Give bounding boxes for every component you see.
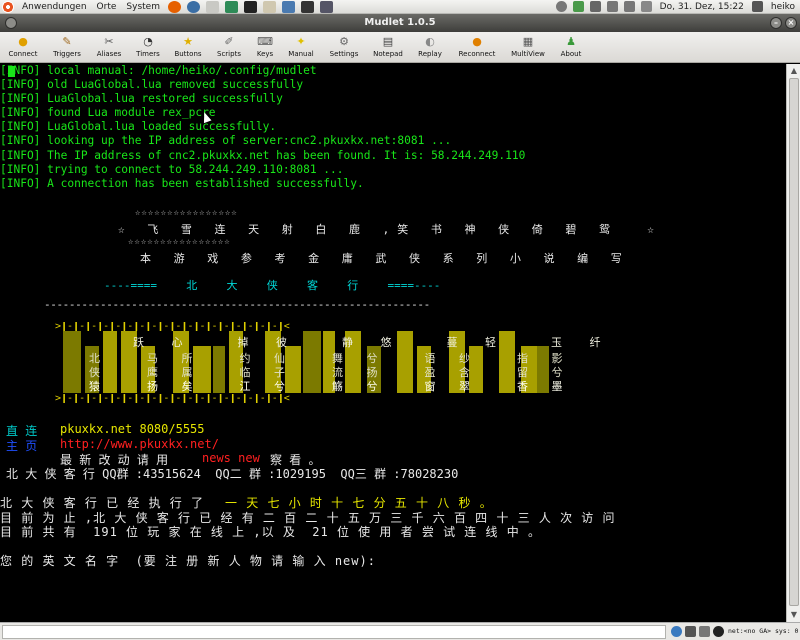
- manual-button[interactable]: ✦ Manual: [281, 32, 321, 58]
- buttons-button[interactable]: ★ Buttons: [168, 32, 208, 58]
- info-icon[interactable]: [671, 626, 682, 637]
- timers-button[interactable]: ◔ Timers: [129, 32, 167, 58]
- menu-system[interactable]: System: [121, 2, 165, 12]
- banner-row: 猿 扬 矣 江 兮 觞 兮 窗 翠 香 墨: [89, 380, 563, 393]
- couplet-line: ☆ 飞 雪 连 天 射 白 鹿 ,笑 书 神 侠 倚 碧 鸳 ☆: [118, 223, 662, 236]
- stars-line: ☆☆☆☆☆☆☆☆☆☆☆☆☆☆☆☆: [128, 237, 231, 247]
- multiview-icon: ▦: [522, 35, 534, 48]
- online-line: 目 前 共 有 191 位 玩 家 在 线 上 ,以 及 21 位 使 用 者 …: [0, 525, 541, 539]
- info-line: [INFO] The IP address of cnc2.pkuxkx.net…: [0, 149, 526, 162]
- banner-art: >┃-┃-┃-┃-┃-┃-┃-┃-┃-┃-┃-┃-┃-┃-┃-┃-┃-┃-┃< …: [55, 322, 600, 404]
- scripts-icon: ✐: [224, 35, 234, 48]
- window-title: Mudlet 1.0.5: [364, 17, 436, 28]
- app-launcher-icon[interactable]: [186, 0, 200, 13]
- direct-connect-value: pkuxkx.net 8080/5555: [60, 422, 205, 436]
- game-title: ----==== 北 大 侠 客 行 ====----: [104, 279, 441, 292]
- mail-icon[interactable]: [640, 1, 652, 12]
- text-cursor: [8, 66, 15, 77]
- homepage-url[interactable]: http://www.pkuxkx.net/: [60, 437, 219, 451]
- scroll-up-icon[interactable]: ▲: [789, 66, 799, 76]
- replay-button[interactable]: ◐ Replay: [410, 32, 450, 58]
- power-icon[interactable]: [751, 1, 763, 12]
- reconnect-button[interactable]: ● Reconnect: [451, 32, 503, 58]
- qt-launcher-icon[interactable]: [224, 0, 238, 13]
- minimize-icon[interactable]: –: [770, 17, 782, 29]
- about-button[interactable]: ♟ About: [553, 32, 589, 58]
- window-titlebar[interactable]: Mudlet 1.0.5 – ×: [0, 14, 800, 32]
- news-command: news new: [202, 451, 260, 465]
- divider-line: ----------------------------------------…: [44, 298, 430, 311]
- keyboard-icon[interactable]: [685, 626, 696, 637]
- reconnect-icon: ●: [472, 35, 482, 48]
- info-line: [INFO] found Lua module rex_pcre: [0, 106, 216, 119]
- chat-icon[interactable]: [572, 1, 584, 12]
- name-prompt: 您 的 英 文 名 字 (要 注 册 新 人 物 请 输 入 new):: [0, 554, 376, 568]
- notepad-button[interactable]: ▤ Notepad: [367, 32, 409, 58]
- command-input[interactable]: [2, 625, 666, 639]
- connect-button[interactable]: ● Connect: [2, 32, 44, 58]
- subtitle-line: 本 游 戏 参 考 金 庸 武 侠 系 列 小 说 编 写: [140, 252, 630, 265]
- info-line: [INFO] trying to connect to 58.244.249.1…: [0, 163, 344, 176]
- info-line: [INFO] old LuaGlobal.lua removed success…: [0, 78, 304, 91]
- terminal-launcher-icon[interactable]: [243, 0, 257, 13]
- menu-places[interactable]: Orte: [92, 2, 122, 12]
- console-scrollbar[interactable]: ▲ ▼: [786, 64, 800, 622]
- calculator-launcher-icon[interactable]: [262, 0, 276, 13]
- info-line: [INFO] looking up the IP address of serv…: [0, 134, 452, 147]
- network-icon[interactable]: [606, 1, 618, 12]
- about-icon: ♟: [566, 35, 576, 48]
- manual-icon: ✦: [296, 35, 306, 48]
- user-menu[interactable]: heiko: [766, 2, 800, 12]
- terminal2-launcher-icon[interactable]: [319, 0, 333, 13]
- top-panel: Anwendungen Orte System Do, 31. Dez, 15:…: [0, 0, 800, 14]
- aliases-button[interactable]: ✂ Aliases: [90, 32, 128, 58]
- info-line: [INFO] A connection has been established…: [0, 177, 364, 190]
- aliases-icon: ✂: [104, 35, 114, 48]
- triggers-button[interactable]: ✎ Triggers: [45, 32, 89, 58]
- settings-icon: ⚙: [339, 35, 349, 48]
- clock[interactable]: Do, 31. Dez, 15:22: [655, 2, 749, 12]
- ubuntu-logo-icon[interactable]: [2, 0, 14, 13]
- close-icon[interactable]: ×: [785, 17, 797, 29]
- user-icon[interactable]: [589, 1, 601, 12]
- search-icon[interactable]: [555, 1, 567, 12]
- qq-groups-line: 北 大 侠 客 行 QQ群 :43515624 QQ二 群 :1029195 Q…: [6, 467, 459, 481]
- timers-icon: ◔: [143, 35, 153, 48]
- scrollbar-thumb[interactable]: [789, 78, 799, 606]
- document-launcher-icon[interactable]: [205, 0, 219, 13]
- monitor-launcher-icon[interactable]: [300, 0, 314, 13]
- info-line: [INFO] LuaGlobal.lua loaded successfully…: [0, 120, 277, 133]
- toolbar: ● Connect ✎ Triggers ✂ Aliases ◔ Timers ★ But…: [0, 32, 800, 63]
- avatar-icon[interactable]: [713, 626, 724, 637]
- keys-button[interactable]: ⌨ Keys: [250, 32, 280, 58]
- main-console[interactable]: [INFO] local manual: /home/heiko/.config…: [0, 64, 786, 622]
- keys-icon: ⌨: [257, 35, 273, 48]
- settings-button[interactable]: ⚙ Settings: [322, 32, 366, 58]
- banner-ladder-top: >┃-┃-┃-┃-┃-┃-┃-┃-┃-┃-┃-┃-┃-┃-┃-┃-┃-┃-┃<: [55, 322, 290, 331]
- volume-icon[interactable]: [623, 1, 635, 12]
- homepage-label: 主 页: [6, 439, 38, 453]
- banner-ladder-bottom: >┃-┃-┃-┃-┃-┃-┃-┃-┃-┃-┃-┃-┃-┃-┃-┃-┃-┃-┃<: [55, 394, 290, 403]
- buttons-icon: ★: [183, 35, 193, 48]
- window-menu-icon[interactable]: [5, 17, 17, 29]
- info-line: [INFO] LuaGlobal.lua restored successful…: [0, 92, 283, 105]
- files-launcher-icon[interactable]: [281, 0, 295, 13]
- connect-icon: ●: [18, 35, 28, 48]
- replay-icon: ◐: [425, 35, 435, 48]
- stars-line: ☆☆☆☆☆☆☆☆☆☆☆☆☆☆☆☆: [135, 208, 238, 218]
- network-status: net:<no GA> sys: 0.001: [728, 627, 800, 635]
- notepad-icon: ▤: [382, 35, 394, 48]
- info-line: [INFO] local manual: /home/heiko/.config…: [0, 64, 317, 77]
- triggers-icon: ✎: [62, 35, 72, 48]
- command-bar: net:<no GA> sys: 0.001: [0, 622, 800, 640]
- scroll-down-icon[interactable]: ▼: [789, 610, 799, 620]
- multiview-button[interactable]: ▦ MultiView: [504, 32, 552, 58]
- scripts-button[interactable]: ✐ Scripts: [209, 32, 249, 58]
- window-icon[interactable]: [699, 626, 710, 637]
- banner-row: 跃 心 掉 彼 静 悠 蔓 轻 玉 纤: [133, 336, 601, 349]
- firefox-launcher-icon[interactable]: [167, 0, 181, 13]
- menu-applications[interactable]: Anwendungen: [17, 2, 92, 12]
